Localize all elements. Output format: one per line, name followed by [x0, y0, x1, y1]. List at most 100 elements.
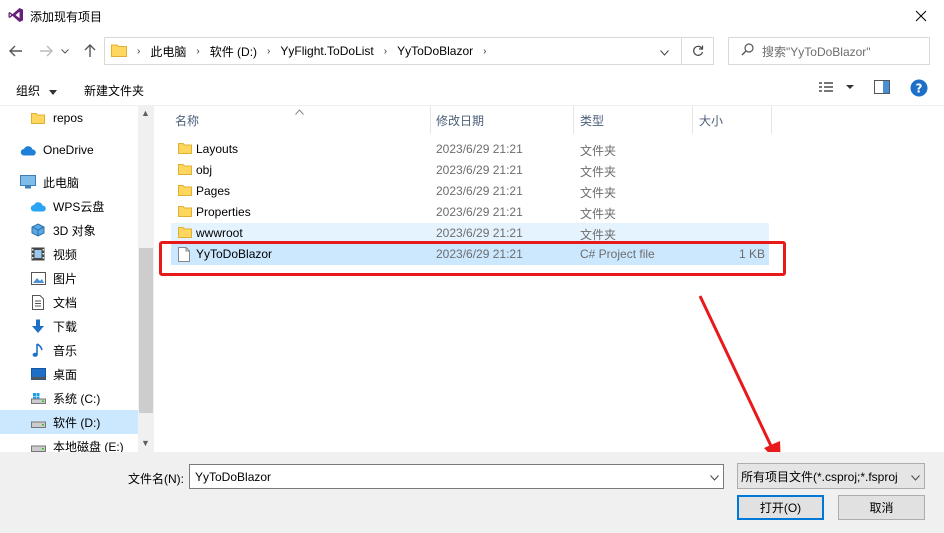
visual-studio-icon	[8, 7, 24, 26]
column-divider[interactable]	[573, 106, 574, 134]
sidebar-item-documents[interactable]: 文档	[0, 290, 138, 314]
file-name: Pages	[196, 184, 231, 198]
drive-icon	[30, 414, 46, 430]
preview-pane-button[interactable]	[874, 80, 890, 97]
column-header-type[interactable]: 类型	[580, 106, 604, 134]
column-divider[interactable]	[430, 106, 431, 134]
navigation-bar: › 此电脑 › 软件 (D:) › YyFlight.ToDoList › Yy…	[0, 32, 944, 70]
column-divider[interactable]	[771, 106, 772, 134]
organize-label: 组织	[16, 84, 41, 98]
folder-icon	[178, 142, 192, 157]
help-icon[interactable]: ?	[910, 79, 928, 100]
file-type: 文件夹	[580, 144, 617, 158]
file-modified: 2023/6/29 21:21	[436, 163, 523, 177]
sidebar-item-desktop[interactable]: 桌面	[0, 362, 138, 386]
highlight-box	[159, 241, 786, 276]
search-icon	[741, 43, 754, 59]
file-list: 名称 修改日期 类型 大小 Layouts 2023/6/29 21:21 文件…	[154, 106, 944, 452]
computer-icon	[20, 174, 36, 190]
file-row-properties[interactable]: Properties 2023/6/29 21:21 文件夹	[171, 202, 769, 223]
sidebar-item-drive-c[interactable]: 系统 (C:)	[0, 386, 138, 410]
sidebar-item-label: WPS云盘	[53, 199, 105, 214]
window-title: 添加现有项目	[30, 10, 103, 24]
address-bar[interactable]: › 此电脑 › 软件 (D:) › YyFlight.ToDoList › Yy…	[104, 37, 714, 65]
new-folder-button[interactable]: 新建文件夹	[84, 82, 144, 99]
chevron-right-icon[interactable]: ›	[267, 46, 270, 57]
sidebar-item-label: 视频	[53, 247, 78, 262]
picture-icon	[30, 270, 46, 286]
sidebar-item-label: 音乐	[53, 343, 78, 358]
filename-input[interactable]: YyToDoBlazor	[189, 464, 724, 489]
wps-cloud-icon	[30, 198, 46, 214]
filename-value: YyToDoBlazor	[195, 469, 272, 484]
up-button[interactable]	[80, 41, 100, 61]
chevron-down-icon[interactable]	[710, 470, 719, 484]
view-options-button[interactable]	[818, 80, 858, 97]
sidebar-scrollbar[interactable]: ▲ ▼	[138, 106, 154, 452]
video-icon	[30, 246, 46, 262]
open-button[interactable]: 打开(O)	[737, 495, 824, 520]
recent-locations-button[interactable]	[58, 41, 72, 61]
close-button[interactable]	[898, 0, 944, 32]
sidebar-item-drive-e[interactable]: 本地磁盘 (E:)	[0, 434, 138, 452]
sidebar-item-wps-cloud[interactable]: WPS云盘	[0, 194, 138, 218]
sidebar-item-onedrive[interactable]: OneDrive	[0, 138, 138, 162]
chevron-right-icon[interactable]: ›	[196, 46, 199, 57]
drive-icon	[30, 438, 46, 452]
sidebar-item-label: 下载	[53, 319, 78, 334]
sidebar-item-label: 文档	[53, 295, 78, 310]
column-header-modified[interactable]: 修改日期	[436, 106, 484, 134]
breadcrumb-yyflight[interactable]: YyFlight.ToDoList	[280, 44, 373, 58]
sidebar-item-pictures[interactable]: 图片	[0, 266, 138, 290]
chevron-right-icon: ›	[137, 45, 141, 57]
sidebar-item-music[interactable]: 音乐	[0, 338, 138, 362]
folder-icon	[30, 110, 46, 126]
sidebar-item-label: 桌面	[53, 367, 78, 382]
sort-ascending-icon	[295, 104, 304, 118]
file-modified: 2023/6/29 21:21	[436, 184, 523, 198]
forward-button[interactable]	[36, 41, 56, 61]
sidebar-item-3d-objects[interactable]: 3D 对象	[0, 218, 138, 242]
sidebar-item-label: 本地磁盘 (E:)	[53, 439, 124, 453]
organize-menu[interactable]: 组织	[16, 82, 58, 99]
sidebar-item-label: 系统 (C:)	[53, 391, 101, 406]
file-type-filter[interactable]: 所有项目文件(*.csproj;*.fsproj	[737, 463, 925, 489]
chevron-right-icon[interactable]: ›	[483, 46, 486, 57]
music-icon	[30, 342, 46, 358]
search-input[interactable]: 搜索"YyToDoBlazor"	[728, 37, 930, 65]
cancel-button[interactable]: 取消	[838, 495, 925, 520]
file-row-layouts[interactable]: Layouts 2023/6/29 21:21 文件夹	[171, 139, 769, 160]
refresh-button[interactable]	[681, 38, 713, 64]
column-header-name[interactable]: 名称	[175, 106, 199, 134]
sidebar-item-downloads[interactable]: 下载	[0, 314, 138, 338]
title-bar: 添加现有项目	[0, 0, 944, 32]
chevron-down-icon[interactable]	[660, 45, 669, 59]
column-header-size[interactable]: 大小	[699, 106, 723, 134]
document-icon	[30, 294, 46, 310]
column-divider[interactable]	[692, 106, 693, 134]
chevron-right-icon[interactable]: ›	[384, 46, 387, 57]
breadcrumb-this-pc[interactable]: 此电脑	[150, 43, 186, 60]
3d-objects-icon	[30, 222, 46, 238]
toolbar: 组织 新建文件夹 ?	[0, 70, 944, 106]
file-row-obj[interactable]: obj 2023/6/29 21:21 文件夹	[171, 160, 769, 181]
sidebar-item-this-pc[interactable]: 此电脑	[0, 170, 138, 194]
sidebar-item-repos[interactable]: repos	[0, 106, 138, 130]
sidebar-item-videos[interactable]: 视频	[0, 242, 138, 266]
file-row-pages[interactable]: Pages 2023/6/29 21:21 文件夹	[171, 181, 769, 202]
sidebar-item-label: 图片	[53, 271, 78, 286]
breadcrumb-drive-d[interactable]: 软件 (D:)	[210, 43, 257, 60]
folder-icon	[178, 184, 192, 199]
scroll-down-icon[interactable]: ▼	[141, 438, 150, 448]
chevron-down-icon[interactable]	[909, 470, 920, 484]
breadcrumb-yytodoblazor[interactable]: YyToDoBlazor	[397, 44, 473, 58]
file-modified: 2023/6/29 21:21	[436, 205, 523, 219]
folder-icon	[111, 43, 127, 60]
scroll-up-icon[interactable]: ▲	[141, 108, 150, 118]
back-button[interactable]	[6, 41, 26, 61]
folder-icon	[178, 205, 192, 220]
file-type: 文件夹	[580, 207, 617, 221]
scrollbar-thumb[interactable]	[139, 248, 153, 413]
sidebar-item-drive-d[interactable]: 软件 (D:)	[0, 410, 138, 434]
search-placeholder: 搜索"YyToDoBlazor"	[762, 44, 871, 59]
